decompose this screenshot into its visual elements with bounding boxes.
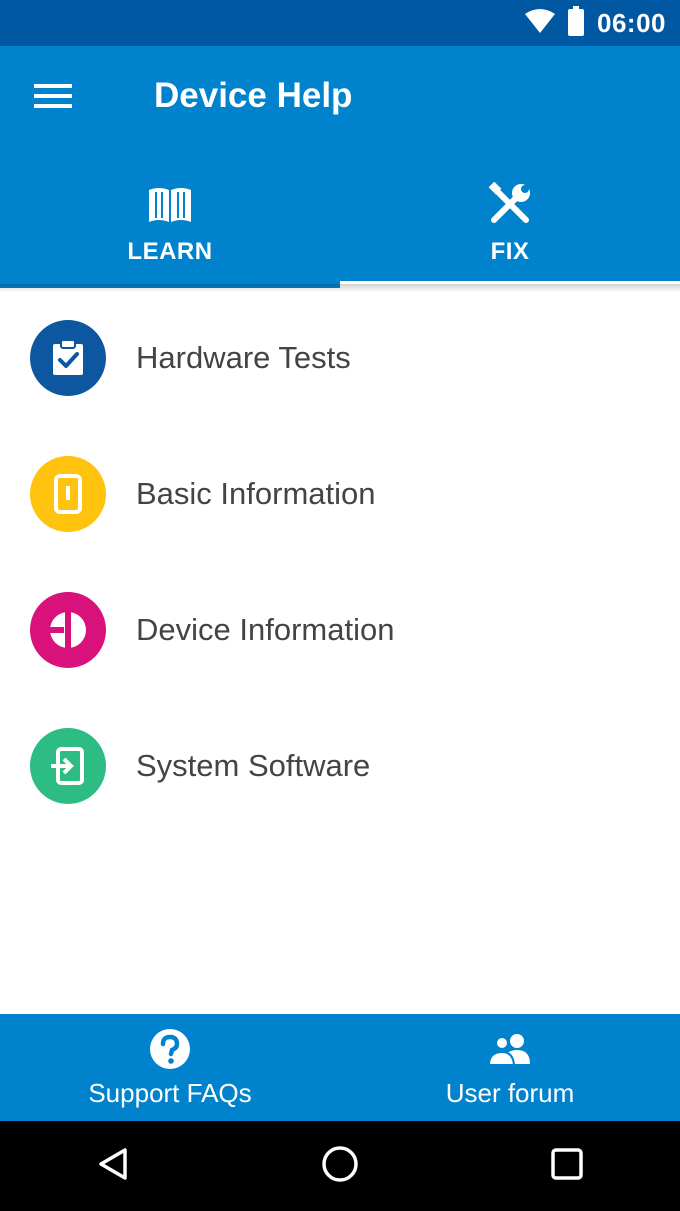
tab-learn[interactable]: LEARN	[0, 166, 340, 288]
menu-button[interactable]	[22, 72, 84, 124]
hamburger-menu-icon	[34, 82, 72, 115]
category-list: Hardware Tests Basic Information Device …	[0, 290, 680, 834]
list-item-basic-information[interactable]: Basic Information	[0, 426, 680, 562]
tools-icon	[488, 182, 532, 226]
clipboard-check-icon	[30, 320, 106, 396]
list-item-label: Hardware Tests	[136, 340, 351, 375]
list-item-system-software[interactable]: System Software	[0, 698, 680, 834]
status-time: 06:00	[597, 7, 666, 38]
battery-icon	[567, 5, 585, 41]
recents-icon	[549, 1146, 585, 1187]
list-item-hardware-tests[interactable]: Hardware Tests	[0, 290, 680, 426]
tab-fix[interactable]: FIX	[340, 166, 680, 288]
system-nav-bar	[0, 1121, 680, 1211]
tab-learn-label: LEARN	[127, 238, 213, 265]
back-button[interactable]	[68, 1121, 158, 1211]
recents-button[interactable]	[522, 1121, 612, 1211]
support-faqs-label: Support FAQs	[88, 1078, 252, 1108]
user-forum-button[interactable]: User forum	[340, 1014, 680, 1121]
list-item-label: Device Information	[136, 612, 395, 647]
bottom-action-bar: Support FAQs User forum	[0, 1014, 680, 1121]
status-bar: 06:00	[0, 0, 680, 46]
support-faqs-button[interactable]: Support FAQs	[0, 1014, 340, 1121]
list-item-device-information[interactable]: Device Information	[0, 562, 680, 698]
tab-bar: LEARN FIX	[0, 166, 680, 288]
list-item-label: Basic Information	[136, 476, 376, 511]
home-button[interactable]	[295, 1121, 385, 1211]
book-icon	[147, 182, 193, 226]
wifi-icon	[525, 8, 555, 39]
tab-fix-label: FIX	[490, 238, 530, 265]
device-info-icon	[30, 592, 106, 668]
list-item-label: System Software	[136, 748, 371, 783]
users-icon	[487, 1028, 533, 1070]
app-bar: Device Help LEARN FIX	[0, 46, 680, 288]
app-title: Device Help	[154, 76, 353, 115]
back-icon	[95, 1146, 131, 1187]
question-icon	[149, 1028, 191, 1070]
phone-icon	[30, 456, 106, 532]
home-icon	[320, 1144, 360, 1189]
software-update-icon	[30, 728, 106, 804]
status-icons: 06:00	[525, 5, 666, 41]
user-forum-label: User forum	[445, 1078, 575, 1108]
